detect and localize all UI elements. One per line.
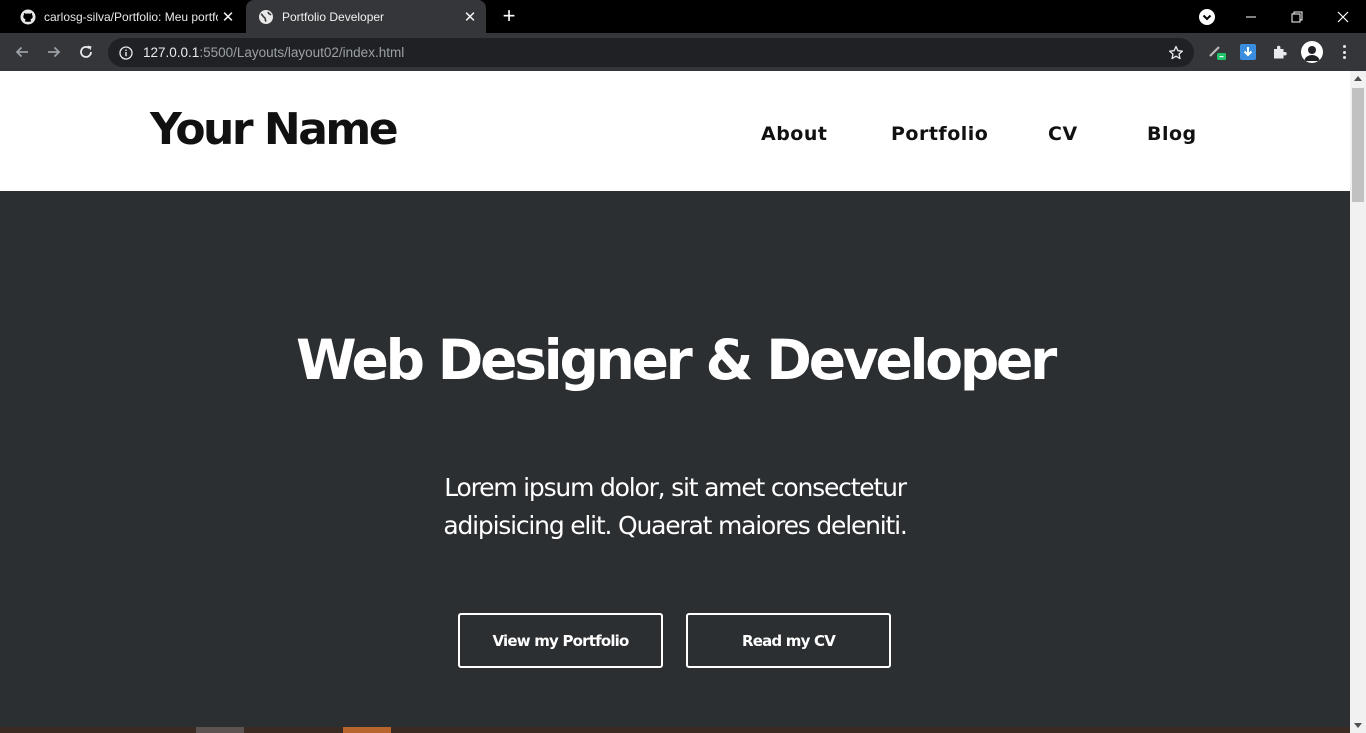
- next-section-edge: [0, 727, 1350, 733]
- hero-description: Lorem ipsum dolor, sit amet consectetur …: [375, 469, 975, 545]
- tab-portfolio-developer[interactable]: Portfolio Developer ✕: [246, 0, 486, 33]
- scroll-down-arrow-icon[interactable]: [1354, 723, 1362, 728]
- address-bar[interactable]: 127.0.0.1:5500/Layouts/layout02/index.ht…: [108, 38, 1194, 67]
- reload-icon[interactable]: [74, 40, 98, 64]
- extension-pen-icon[interactable]: [1207, 42, 1227, 62]
- url-text: 127.0.0.1:5500/Layouts/layout02/index.ht…: [143, 45, 404, 60]
- hero-description-line-1: Lorem ipsum dolor, sit amet consectetur: [444, 473, 907, 502]
- tab-strip: carlosg-silva/Portfolio: Meu portfólio ✕…: [0, 0, 1366, 33]
- close-icon[interactable]: ✕: [218, 7, 238, 27]
- page-viewport: Your Name About Portfolio CV Blog Web De…: [0, 71, 1350, 733]
- hero-title: Web Designer & Developer: [295, 328, 1057, 392]
- site-brand[interactable]: Your Name: [150, 102, 399, 158]
- nav-link-cv[interactable]: CV: [1048, 123, 1078, 145]
- site-header: Your Name About Portfolio CV Blog: [0, 71, 1350, 191]
- nav-link-about[interactable]: About: [761, 123, 827, 145]
- back-icon[interactable]: [10, 40, 34, 64]
- restore-icon[interactable]: [1274, 0, 1320, 33]
- url-host: 127.0.0.1: [143, 45, 200, 60]
- globe-icon: [259, 9, 273, 24]
- scroll-up-arrow-icon[interactable]: [1354, 76, 1362, 81]
- hero-description-line-2: adipisicing elit. Quaerat maiores deleni…: [443, 511, 907, 540]
- more-menu-icon[interactable]: [1338, 42, 1350, 62]
- minimize-icon[interactable]: [1228, 0, 1274, 33]
- new-tab-button[interactable]: +: [498, 5, 520, 28]
- page-scrollbar[interactable]: [1350, 71, 1366, 733]
- read-cv-button[interactable]: Read my CV: [686, 613, 891, 668]
- tab-title: carlosg-silva/Portfolio: Meu portfólio: [44, 9, 218, 24]
- close-window-icon[interactable]: [1320, 0, 1366, 33]
- tab-title: Portfolio Developer: [282, 9, 385, 24]
- close-icon[interactable]: ✕: [460, 7, 480, 27]
- view-portfolio-button[interactable]: View my Portfolio: [458, 613, 663, 668]
- nav-link-portfolio[interactable]: Portfolio: [891, 123, 988, 145]
- tab-search-icon[interactable]: [1199, 9, 1215, 25]
- url-path: :5500/Layouts/layout02/index.html: [199, 45, 405, 60]
- browser-toolbar: 127.0.0.1:5500/Layouts/layout02/index.ht…: [0, 33, 1366, 71]
- scrollbar-thumb[interactable]: [1352, 88, 1364, 202]
- github-icon: [20, 9, 36, 24]
- tab-github[interactable]: carlosg-silva/Portfolio: Meu portfólio ✕: [8, 0, 244, 33]
- extensions-puzzle-icon[interactable]: [1270, 42, 1290, 62]
- nav-link-blog[interactable]: Blog: [1147, 123, 1197, 145]
- profile-avatar-icon[interactable]: [1301, 41, 1323, 63]
- next-section-block: [343, 727, 391, 733]
- forward-icon[interactable]: [42, 40, 66, 64]
- bookmark-star-icon[interactable]: [1168, 45, 1184, 61]
- next-section-block: [196, 727, 244, 733]
- download-extension-icon[interactable]: [1238, 42, 1258, 62]
- info-icon[interactable]: [119, 45, 133, 60]
